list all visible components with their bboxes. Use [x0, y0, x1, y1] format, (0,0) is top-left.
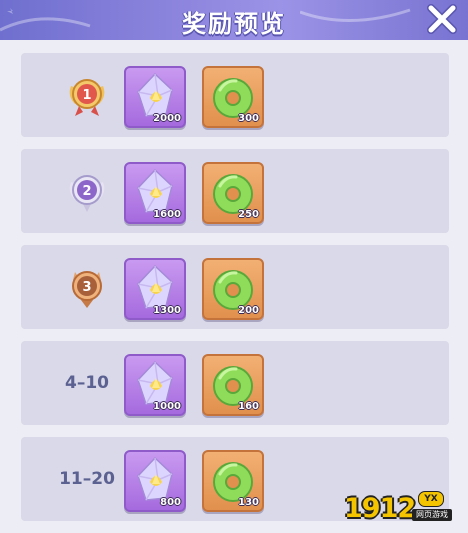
rank-cell: 4–10: [41, 341, 133, 425]
watermark-number: 1912: [344, 493, 416, 524]
header-bar: 奖励预览: [0, 0, 468, 40]
reward-quantity: 1300: [153, 305, 181, 316]
close-x-icon: [427, 4, 457, 34]
gold-rank-badge-icon: 1: [69, 79, 105, 116]
rank-cell: 2: [41, 149, 133, 233]
reward-item-crystal[interactable]: 2000: [124, 66, 186, 128]
rank-range-label: 11–20: [59, 469, 115, 489]
silver-rank-badge-icon: 2: [69, 175, 105, 212]
reward-item-jade-ring[interactable]: 160: [202, 354, 264, 416]
watermark-subtitle: 网页游戏: [412, 509, 452, 521]
rank-cell: 1: [41, 53, 133, 137]
reward-item-jade-ring[interactable]: 250: [202, 162, 264, 224]
rank-number: 3: [82, 280, 91, 295]
rank-number: 1: [82, 88, 91, 103]
reward-quantity: 200: [238, 305, 259, 316]
rank-number: 2: [82, 184, 91, 199]
rank-cell: 11–20: [41, 437, 133, 521]
reward-item-crystal[interactable]: 1000: [124, 354, 186, 416]
reward-item-jade-ring[interactable]: 130: [202, 450, 264, 512]
reward-quantity: 2000: [153, 113, 181, 124]
bronze-rank-badge-icon: 3: [72, 271, 102, 308]
page-title: 奖励预览: [182, 10, 286, 38]
reward-quantity: 250: [238, 209, 259, 220]
reward-item-crystal[interactable]: 800: [124, 450, 186, 512]
reward-quantity: 1600: [153, 209, 181, 220]
watermark-badge: YX: [418, 491, 444, 507]
reward-quantity: 130: [238, 497, 259, 508]
reward-quantity: 1000: [153, 401, 181, 412]
reward-item-jade-ring[interactable]: 300: [202, 66, 264, 128]
reward-quantity: 800: [160, 497, 181, 508]
site-watermark-logo: 1912 YX 网页游戏: [344, 491, 456, 525]
reward-row-rank-4-10: 4–10 1000 160: [21, 341, 449, 425]
rank-cell: 3: [41, 245, 133, 329]
reward-item-crystal[interactable]: 1600: [124, 162, 186, 224]
close-button[interactable]: [424, 2, 460, 36]
reward-item-jade-ring[interactable]: 200: [202, 258, 264, 320]
reward-quantity: 300: [238, 113, 259, 124]
rank-range-label: 4–10: [65, 373, 109, 393]
reward-row-rank-1: 1 2000 300: [21, 53, 449, 137]
reward-panel: 1 2000 300 2 1600 250 3 1300 200 4–10 10…: [0, 40, 468, 533]
reward-item-crystal[interactable]: 1300: [124, 258, 186, 320]
reward-row-rank-2: 2 1600 250: [21, 149, 449, 233]
reward-quantity: 160: [238, 401, 259, 412]
reward-row-rank-3: 3 1300 200: [21, 245, 449, 329]
